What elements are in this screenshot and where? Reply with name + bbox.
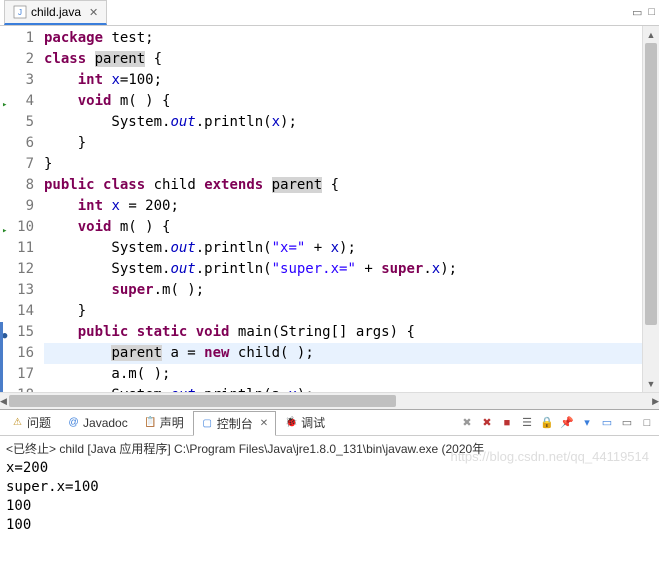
- code-line[interactable]: int x=100;: [44, 70, 642, 91]
- code-line[interactable]: void m( ) {: [44, 217, 642, 238]
- clear-console-icon[interactable]: ☰: [519, 415, 535, 431]
- line-number: 11: [0, 238, 34, 259]
- code-line[interactable]: a.m( );: [44, 364, 642, 385]
- editor-tab-bar: J child.java ✕ ▭ □: [0, 0, 659, 26]
- editor-area: 1234▸5678910▸1112131415●1617181920 packa…: [0, 26, 659, 392]
- terminate-icon[interactable]: ■: [499, 415, 515, 431]
- remove-launch-icon[interactable]: ✖: [459, 415, 475, 431]
- line-number: 18: [0, 385, 34, 392]
- console-description: <已终止> child [Java 应用程序] C:\Program Files…: [0, 436, 659, 459]
- code-line[interactable]: void m( ) {: [44, 91, 642, 112]
- code-line[interactable]: public static void main(String[] args) {: [44, 322, 642, 343]
- remove-all-icon[interactable]: ✖: [479, 415, 495, 431]
- code-line[interactable]: System.out.println("super.x=" + super.x)…: [44, 259, 642, 280]
- panel-tab-label: 调试: [301, 414, 325, 431]
- scroll-thumb[interactable]: [645, 43, 657, 325]
- scroll-track[interactable]: [643, 43, 659, 375]
- code-line[interactable]: System.out.println(a.x);: [44, 385, 642, 392]
- code-line[interactable]: class parent {: [44, 49, 642, 70]
- line-number: 5: [0, 112, 34, 133]
- panel-tab-0[interactable]: ⚠问题: [4, 411, 58, 434]
- panel-tab-icon: @: [67, 416, 80, 429]
- panel-tab-4[interactable]: 🐞调试: [278, 411, 332, 434]
- panel-tab-label: 问题: [27, 414, 51, 431]
- line-number: 15●: [0, 322, 34, 343]
- panel-tab-bar: ⚠问题@Javadoc📋声明▢控制台✕🐞调试 ✖ ✖ ■ ☰ 🔒 📌 ▾ ▭ ▭…: [0, 410, 659, 436]
- scroll-left-arrow[interactable]: ◀: [0, 393, 7, 410]
- maximize-icon[interactable]: □: [648, 6, 655, 19]
- scroll-up-arrow[interactable]: ▲: [643, 26, 659, 43]
- line-number: 8: [0, 175, 34, 196]
- code-line[interactable]: }: [44, 301, 642, 322]
- minimize-icon[interactable]: ▭: [632, 6, 642, 19]
- line-number: 10▸: [0, 217, 34, 238]
- panel-tab-icon: ⚠: [11, 416, 24, 429]
- line-number: 14: [0, 301, 34, 322]
- scroll-down-arrow[interactable]: ▼: [643, 375, 659, 392]
- max-icon[interactable]: □: [639, 415, 655, 431]
- code-line[interactable]: package test;: [44, 28, 642, 49]
- line-number: 6: [0, 133, 34, 154]
- code-line[interactable]: System.out.println(x);: [44, 112, 642, 133]
- code-line[interactable]: super.m( );: [44, 280, 642, 301]
- bottom-panel: ⚠问题@Javadoc📋声明▢控制台✕🐞调试 ✖ ✖ ■ ☰ 🔒 📌 ▾ ▭ ▭…: [0, 409, 659, 579]
- code-line[interactable]: }: [44, 133, 642, 154]
- pin-console-icon[interactable]: 📌: [559, 415, 575, 431]
- panel-tab-icon: ▢: [201, 417, 214, 430]
- open-console-icon[interactable]: ▭: [599, 415, 615, 431]
- line-number: 9: [0, 196, 34, 217]
- code-line[interactable]: public class child extends parent {: [44, 175, 642, 196]
- code-line[interactable]: }: [44, 154, 642, 175]
- panel-tab-1[interactable]: @Javadoc: [60, 413, 135, 433]
- scroll-right-arrow[interactable]: ▶: [652, 393, 659, 410]
- line-number: 12: [0, 259, 34, 280]
- change-marker: [0, 322, 3, 392]
- horizontal-scrollbar[interactable]: ◀ ▶: [0, 392, 659, 409]
- close-icon[interactable]: ✕: [89, 6, 98, 19]
- h-scroll-track[interactable]: [7, 393, 652, 409]
- code-content[interactable]: package test;class parent { int x=100; v…: [40, 26, 642, 392]
- editor-toolbar-right: ▭ □: [632, 6, 655, 19]
- line-number: 1: [0, 28, 34, 49]
- line-number: 7: [0, 154, 34, 175]
- panel-tab-icon: 📋: [144, 416, 157, 429]
- line-number: 3: [0, 70, 34, 91]
- code-line[interactable]: System.out.println("x=" + x);: [44, 238, 642, 259]
- code-line[interactable]: int x = 200;: [44, 196, 642, 217]
- scroll-lock-icon[interactable]: 🔒: [539, 415, 555, 431]
- code-line[interactable]: parent a = new child( );: [44, 343, 642, 364]
- panel-tab-3[interactable]: ▢控制台 ✕: [193, 411, 276, 436]
- line-number: 13: [0, 280, 34, 301]
- line-number-gutter: 1234▸5678910▸1112131415●1617181920: [0, 26, 40, 392]
- vertical-scrollbar[interactable]: ▲ ▼: [642, 26, 659, 392]
- panel-tab-label: 控制台: [217, 415, 253, 432]
- console-toolbar: ✖ ✖ ■ ☰ 🔒 📌 ▾ ▭ ▭ □: [459, 415, 655, 431]
- editor-tab-label: child.java: [31, 5, 81, 19]
- panel-tab-label: Javadoc: [83, 416, 128, 430]
- panel-tab-label: 声明: [160, 414, 184, 431]
- line-number: 2: [0, 49, 34, 70]
- editor-tab-child-java[interactable]: J child.java ✕: [4, 0, 107, 25]
- display-selected-icon[interactable]: ▾: [579, 415, 595, 431]
- min-icon[interactable]: ▭: [619, 415, 635, 431]
- h-scroll-thumb[interactable]: [9, 395, 396, 407]
- line-number: 4▸: [0, 91, 34, 112]
- panel-tab-2[interactable]: 📋声明: [137, 411, 191, 434]
- svg-text:J: J: [18, 8, 22, 17]
- java-file-icon: J: [13, 5, 27, 19]
- close-icon[interactable]: ✕: [260, 418, 268, 429]
- panel-tab-icon: 🐞: [285, 416, 298, 429]
- line-number: 17: [0, 364, 34, 385]
- console-output[interactable]: x=200 super.x=100 100 100: [0, 459, 659, 539]
- line-number: 16: [0, 343, 34, 364]
